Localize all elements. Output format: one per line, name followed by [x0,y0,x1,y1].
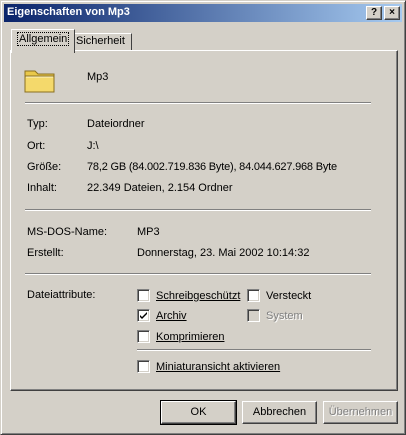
hidden-label-text: Versteckt [266,290,312,302]
readonly-checkbox[interactable] [137,289,150,302]
readonly-label-text: Schreibgeschützt [156,290,241,302]
compress-checkbox[interactable] [137,330,150,343]
general-tab-panel: Mp3 Typ: Dateiordner Ort: J:\ Größe: 78,… [10,50,398,391]
apply-button: Übernehmen [323,401,398,424]
archive-label-text: Archiv [156,310,187,322]
ok-button[interactable]: OK [160,400,237,425]
title-bar[interactable]: Eigenschaften von Mp3 ? × [4,4,402,22]
help-button[interactable]: ? [366,6,382,20]
system-label: System [266,310,303,322]
size-value: 78,2 GB (84.002.719.836 Byte), 84.044.62… [87,161,337,173]
window-title: Eigenschaften von Mp3 [7,6,130,18]
properties-dialog: Eigenschaften von Mp3 ? × Allgemein Sich… [0,0,406,435]
readonly-label[interactable]: Schreibgeschützt [156,290,240,302]
msdos-name-label: MS-DOS-Name: [27,226,108,238]
size-label: Größe: [27,161,62,173]
compress-label-text: Komprimieren [156,331,225,343]
folder-icon [24,70,55,93]
tab-allgemein-label: Allgemein [16,32,70,46]
separator [137,349,371,351]
archive-label[interactable]: Archiv [156,310,187,322]
system-checkbox [247,309,260,322]
compress-label[interactable]: Komprimieren [156,331,224,343]
created-value[interactable]: Donnerstag, 23. Mai 2002 10:14:32 [137,247,309,259]
separator [25,102,371,104]
type-label: Typ: [27,118,48,130]
type-value: Dateiordner [87,118,145,130]
msdos-name-value: MP3 [137,226,160,238]
attributes-label: Dateiattribute: [27,289,96,301]
tab-sicherheit-label: Sicherheit [76,35,125,47]
contents-label: Inhalt: [27,182,57,194]
folder-name: Mp3 [87,71,109,83]
thumbnail-label-text: Miniaturansicht aktivieren [156,361,281,373]
created-label: Erstellt: [27,247,64,259]
tab-allgemein[interactable]: Allgemein [11,29,76,53]
tab-sicherheit[interactable]: Sicherheit [69,33,132,51]
checkmark-icon [140,312,147,319]
thumbnail-label[interactable]: Miniaturansicht aktivieren [156,361,280,373]
hidden-label[interactable]: Versteckt [266,290,311,302]
cancel-button[interactable]: Abbrechen [242,401,317,424]
hidden-checkbox[interactable] [247,289,260,302]
location-value: J:\ [87,140,99,152]
separator [25,273,371,275]
location-label: Ort: [27,140,46,152]
close-button[interactable]: × [384,6,400,20]
thumbnail-checkbox[interactable] [137,360,150,373]
contents-value: 22.349 Dateien, 2.154 Ordner [87,182,233,194]
separator [25,209,371,211]
archive-checkbox[interactable] [137,309,150,322]
